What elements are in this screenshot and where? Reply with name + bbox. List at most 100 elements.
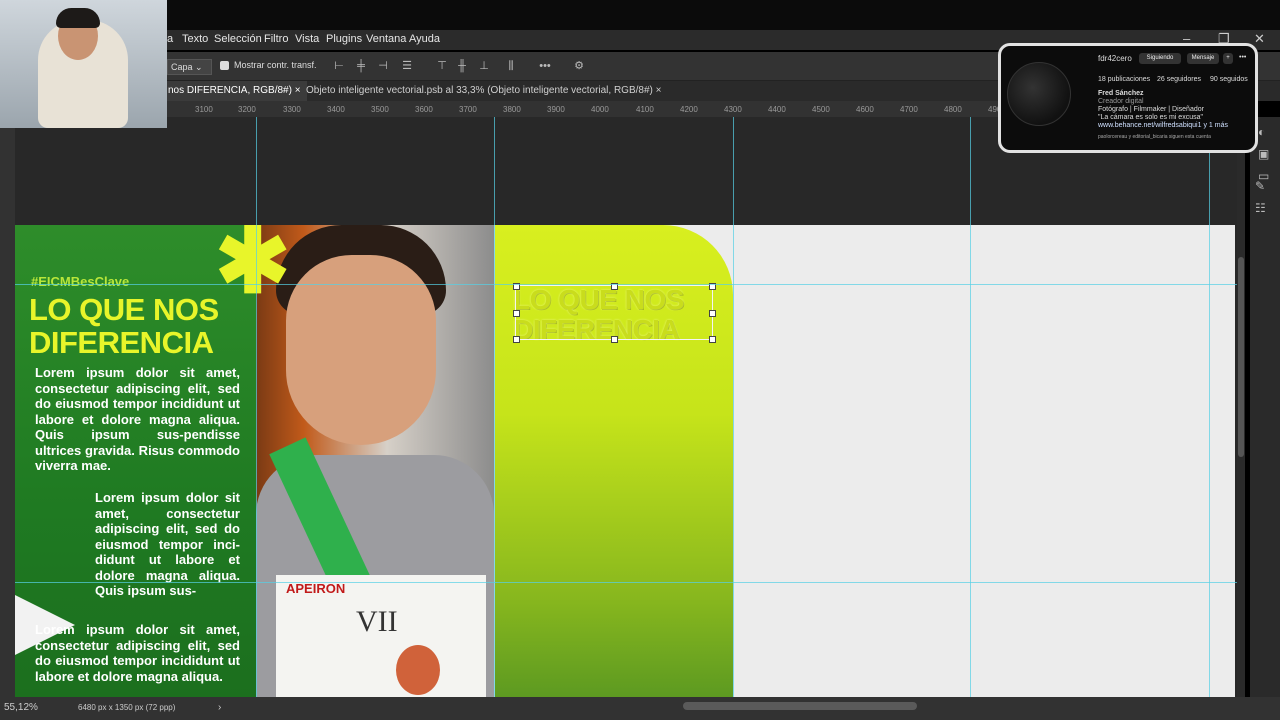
instagram-followers: 26 seguidores bbox=[1157, 76, 1201, 83]
cert-brand: APEIRON bbox=[286, 581, 346, 596]
ruler-tick: 3400 bbox=[327, 105, 345, 114]
menu-item-ventana[interactable]: Ventana bbox=[366, 33, 406, 45]
guide-vertical[interactable] bbox=[494, 117, 495, 697]
instagram-posts: 18 publicaciones bbox=[1098, 76, 1151, 83]
instagram-followed-by: paolorcereau y editorial_bicaria siguen … bbox=[1098, 134, 1211, 140]
align-bottom-icon[interactable]: ⊥ bbox=[478, 60, 490, 72]
brush-icon[interactable]: ✎ bbox=[1255, 179, 1269, 193]
close-icon[interactable]: × bbox=[656, 85, 662, 96]
ruler-tick: 3600 bbox=[415, 105, 433, 114]
transform-handle[interactable] bbox=[611, 336, 618, 343]
gear-icon[interactable]: ⚙ bbox=[573, 60, 585, 72]
ruler-tick: 4200 bbox=[680, 105, 698, 114]
menu-item-plugins[interactable]: Plugins bbox=[326, 33, 362, 45]
webcam-overlay bbox=[0, 0, 167, 128]
headline: LO QUE NOS DIFERENCIA bbox=[29, 293, 219, 359]
menu-item-texto[interactable]: Texto bbox=[182, 33, 208, 45]
ruler-tick: 4700 bbox=[900, 105, 918, 114]
guide-vertical[interactable] bbox=[970, 117, 971, 697]
distribute-v-icon[interactable]: ⫼ bbox=[505, 60, 517, 72]
canvas[interactable]: #EICMBesClave LO QUE NOS DIFERENCIA Lore… bbox=[15, 117, 1245, 697]
align-top-icon[interactable]: ⊤ bbox=[436, 60, 448, 72]
chevron-down-icon: ⌄ bbox=[195, 62, 203, 72]
transform-bounding-box[interactable] bbox=[513, 283, 716, 343]
document-size: 6480 px x 1350 px (72 ppp) bbox=[78, 703, 176, 712]
slide-photo-panel[interactable]: APEIRON VII bbox=[256, 225, 494, 697]
ruler-tick: 4300 bbox=[724, 105, 742, 114]
adjustments-icon[interactable]: ☷ bbox=[1255, 201, 1269, 215]
history-icon[interactable]: ◐ bbox=[1258, 125, 1272, 139]
message-button[interactable]: Mensaje bbox=[1187, 53, 1219, 64]
paragraph-3: Lorem ipsum dolor sit amet, consectetur … bbox=[35, 622, 240, 684]
align-right-icon[interactable]: ⊣ bbox=[377, 60, 389, 72]
ruler-tick: 4600 bbox=[856, 105, 874, 114]
add-user-button[interactable]: + bbox=[1223, 53, 1233, 64]
ruler-tick: 4800 bbox=[944, 105, 962, 114]
hashtag-text: #EICMBesClave bbox=[31, 274, 130, 289]
align-center-h-icon[interactable]: ╪ bbox=[355, 60, 367, 72]
chevron-right-icon[interactable]: › bbox=[218, 702, 221, 713]
ruler-tick: 3300 bbox=[283, 105, 301, 114]
headline-line-1: LO QUE NOS bbox=[29, 292, 219, 327]
tab-vector-object[interactable]: Objeto inteligente vectorial.psb al 33,3… bbox=[300, 81, 667, 101]
instagram-username: fdr42cero bbox=[1098, 54, 1132, 63]
instagram-name: Fred Sánchez bbox=[1098, 90, 1144, 97]
following-button[interactable]: Siguiendo bbox=[1139, 53, 1181, 64]
transform-handle[interactable] bbox=[709, 336, 716, 343]
guide-horizontal[interactable] bbox=[15, 284, 1245, 285]
ruler-tick: 3700 bbox=[459, 105, 477, 114]
instagram-link[interactable]: www.behance.net/wilfredsabiqui1 y 1 más bbox=[1098, 122, 1228, 129]
tab-document-active[interactable]: nos DIFERENCIA, RGB/8#) × bbox=[162, 81, 307, 101]
headline-line-2: DIFERENCIA bbox=[29, 325, 214, 360]
photo-medal bbox=[396, 645, 440, 695]
scroll-thumb[interactable] bbox=[1238, 257, 1244, 457]
show-transform-label: Mostrar contr. transf. bbox=[234, 60, 317, 70]
instagram-profile-overlay: fdr42cero Siguiendo Mensaje + ••• 18 pub… bbox=[998, 43, 1258, 153]
menu-item-vista[interactable]: Vista bbox=[295, 33, 319, 45]
menu-item-seleccion[interactable]: Selección bbox=[214, 33, 262, 45]
close-icon[interactable]: ✕ bbox=[1254, 31, 1265, 47]
show-transform-checkbox[interactable] bbox=[220, 61, 229, 70]
transform-handle[interactable] bbox=[513, 310, 520, 317]
instagram-bio-2: "La cámara es solo es mi excusa" bbox=[1098, 114, 1203, 121]
guide-vertical[interactable] bbox=[1209, 117, 1210, 697]
menu-item-0[interactable]: a bbox=[167, 33, 173, 45]
more-options-icon[interactable]: ••• bbox=[1239, 54, 1246, 61]
tab-label: Objeto inteligente vectorial.psb al 33,3… bbox=[306, 85, 653, 96]
ruler-tick: 4400 bbox=[768, 105, 786, 114]
layer-select-value: Capa bbox=[171, 62, 193, 72]
transform-handle[interactable] bbox=[709, 310, 716, 317]
ruler-tick: 4000 bbox=[591, 105, 609, 114]
distribute-icon[interactable]: ☰ bbox=[401, 60, 413, 72]
ruler-tick: 3900 bbox=[547, 105, 565, 114]
menu-item-ayuda[interactable]: Ayuda bbox=[409, 33, 440, 45]
status-bar: 55,12% 6480 px x 1350 px (72 ppp) › bbox=[0, 697, 1280, 720]
transform-handle[interactable] bbox=[513, 336, 520, 343]
ruler-tick: 3500 bbox=[371, 105, 389, 114]
instagram-avatar bbox=[1007, 62, 1071, 126]
layer-select[interactable]: Capa ⌄ bbox=[167, 59, 212, 75]
align-left-icon[interactable]: ⊢ bbox=[333, 60, 345, 72]
more-options-icon[interactable]: ••• bbox=[539, 60, 551, 72]
tab-label: nos DIFERENCIA, RGB/8#) bbox=[168, 85, 292, 96]
guide-horizontal[interactable] bbox=[15, 582, 1245, 583]
vertical-scrollbar[interactable] bbox=[1237, 117, 1245, 697]
guide-vertical[interactable] bbox=[733, 117, 734, 697]
ruler-tick: 3200 bbox=[238, 105, 256, 114]
cert-title: VII bbox=[356, 605, 398, 638]
align-middle-v-icon[interactable]: ╫ bbox=[456, 60, 468, 72]
instagram-category: Creador digital bbox=[1098, 98, 1144, 105]
vertical-ruler bbox=[0, 117, 15, 697]
webcam-person-hair bbox=[56, 8, 100, 28]
zoom-level[interactable]: 55,12% bbox=[4, 702, 38, 713]
menu-item-filtro[interactable]: Filtro bbox=[264, 33, 288, 45]
instagram-following: 90 seguidos bbox=[1210, 76, 1248, 83]
ruler-tick: 3800 bbox=[503, 105, 521, 114]
ruler-tick: 4500 bbox=[812, 105, 830, 114]
guide-vertical[interactable] bbox=[256, 117, 257, 697]
asterisk-shape: ✱ bbox=[215, 212, 291, 312]
instagram-bio-1: Fotógrafo | Filmmaker | Diseñador bbox=[1098, 106, 1204, 113]
ruler-tick: 4100 bbox=[636, 105, 654, 114]
libraries-icon[interactable]: ▣ bbox=[1258, 147, 1272, 161]
horizontal-scroll-thumb[interactable] bbox=[683, 702, 917, 710]
